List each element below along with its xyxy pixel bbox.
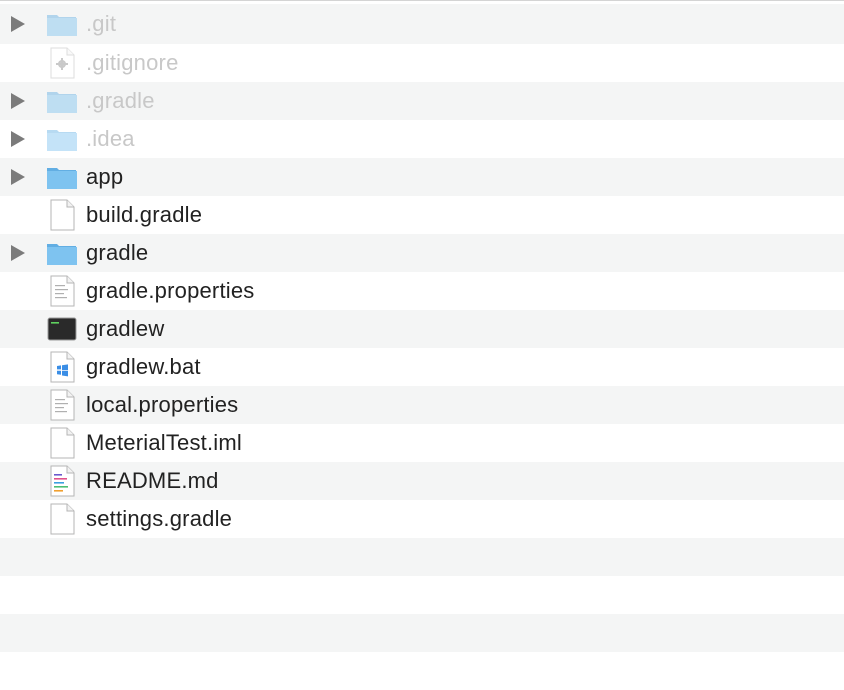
file-name: settings.gradle [86, 506, 233, 531]
folder-icon [46, 8, 78, 40]
list-item[interactable]: MeterialTest.iml [0, 424, 844, 462]
list-item[interactable]: gradlew.bat [0, 348, 844, 386]
disclosure-triangle-icon[interactable] [11, 245, 25, 261]
folder-icon [46, 85, 78, 117]
list-item[interactable]: app [0, 158, 844, 196]
file-name: .git [86, 11, 117, 36]
file-list: .git .gitignore .gradle .idea app build.gradl… [0, 4, 844, 690]
windows-file-icon [46, 351, 78, 383]
file-name: .idea [86, 126, 135, 151]
list-item[interactable]: gradlew [0, 310, 844, 348]
disclosure-triangle-icon[interactable] [11, 169, 25, 185]
list-item[interactable]: .idea [0, 120, 844, 158]
list-item[interactable]: settings.gradle [0, 500, 844, 538]
markdown-document-icon [46, 465, 78, 497]
gear-file-icon [46, 47, 78, 79]
folder-icon [46, 123, 78, 155]
file-name: gradle.properties [86, 278, 255, 303]
list-item[interactable]: build.gradle [0, 196, 844, 234]
disclosure-triangle-icon[interactable] [11, 131, 25, 147]
document-icon [46, 503, 78, 535]
terminal-icon [46, 313, 78, 345]
disclosure-triangle-icon[interactable] [11, 16, 25, 32]
text-document-icon [46, 389, 78, 421]
list-item[interactable]: .git [0, 4, 844, 44]
file-name: .gradle [86, 88, 155, 113]
empty-row [0, 652, 844, 690]
file-name: MeterialTest.iml [86, 430, 243, 455]
document-icon [46, 427, 78, 459]
list-item[interactable]: .gitignore [0, 44, 844, 82]
file-name: gradlew [86, 316, 165, 341]
file-name: app [86, 164, 124, 189]
file-name: local.properties [86, 392, 239, 417]
list-item[interactable]: local.properties [0, 386, 844, 424]
file-name: .gitignore [86, 50, 179, 75]
folder-icon [46, 161, 78, 193]
document-icon [46, 199, 78, 231]
list-item[interactable]: gradle.properties [0, 272, 844, 310]
list-item[interactable]: README.md [0, 462, 844, 500]
file-name: README.md [86, 468, 219, 493]
file-name: gradlew.bat [86, 354, 201, 379]
empty-row [0, 614, 844, 652]
file-name: build.gradle [86, 202, 203, 227]
folder-icon [46, 237, 78, 269]
empty-row [0, 538, 844, 576]
text-document-icon [46, 275, 78, 307]
disclosure-triangle-icon[interactable] [11, 93, 25, 109]
list-item[interactable]: gradle [0, 234, 844, 272]
file-name: gradle [86, 240, 149, 265]
list-item[interactable]: .gradle [0, 82, 844, 120]
empty-row [0, 576, 844, 614]
